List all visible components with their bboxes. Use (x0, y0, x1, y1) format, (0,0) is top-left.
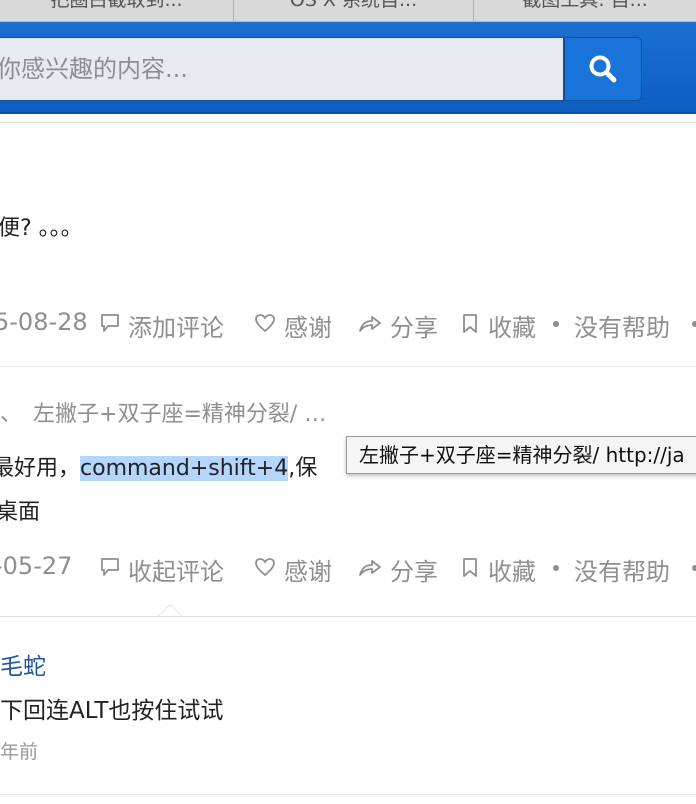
divider (0, 794, 696, 795)
separator-dot (553, 321, 559, 327)
answer-date[interactable]: -05-27 (0, 552, 72, 580)
thanks-link[interactable]: 感谢 (284, 552, 332, 587)
collect-link[interactable]: 收藏 (488, 308, 536, 343)
share-icon (359, 316, 381, 332)
thanks-link[interactable]: 感谢 (284, 308, 332, 343)
browser-tab-3[interactable]: 截图工具: 自... (474, 0, 696, 21)
divider (0, 366, 696, 367)
comment-box-caret (158, 604, 182, 616)
comment-author[interactable]: 毛蛇 (0, 647, 46, 681)
add-comment-link[interactable]: 添加评论 (128, 308, 224, 343)
answer-date[interactable]: 5-08-28 (0, 308, 88, 336)
heart-icon (255, 558, 275, 577)
search-input[interactable] (0, 37, 564, 101)
bookmark-icon (463, 314, 477, 333)
separator-dot (692, 565, 696, 571)
author-bio[interactable]: 左撇子+双子座=精神分裂/ … (33, 402, 326, 427)
answer-text: 最好用，command+shift+4,保 (0, 450, 317, 482)
collapse-comment-link[interactable]: 收起评论 (128, 552, 224, 587)
comment-icon (101, 314, 119, 332)
selected-text: command+shift+4 (80, 456, 289, 481)
answer-actions: 5-08-28 添加评论 感谢 分享 收藏 没有帮助 (0, 308, 696, 342)
comment-time: 年前 (0, 741, 39, 763)
share-link[interactable]: 分享 (390, 308, 438, 343)
comment-text: 下回连ALT也按住试试 (0, 698, 224, 724)
site-header (0, 22, 696, 114)
answer-text: 便? 。。。 (0, 216, 83, 241)
comment-icon (101, 558, 119, 576)
browser-tab-1[interactable]: 把圈白截取到... (0, 0, 234, 21)
share-icon (359, 560, 381, 576)
separator-dot (553, 565, 559, 571)
unhelpful-link[interactable]: 没有帮助 (574, 552, 670, 587)
answer-text-part: ,保 (288, 456, 318, 481)
bookmark-icon (463, 558, 477, 577)
answer-text-part: 最好用， (0, 456, 81, 481)
browser-tab-2[interactable]: OS X 系统自... (234, 0, 474, 21)
share-link[interactable]: 分享 (390, 552, 438, 587)
answer-actions: -05-27 收起评论 感谢 分享 收藏 没有帮助 (0, 552, 696, 586)
comment-box-border (0, 616, 696, 617)
divider (0, 122, 696, 123)
tooltip: 左撇子+双子座=精神分裂/ http://ja (346, 436, 696, 474)
browser-tab-bar: 把圈白截取到... OS X 系统自... 截图工具: 自... (0, 0, 696, 22)
search-button[interactable] (564, 37, 642, 101)
separator-dot (692, 321, 696, 327)
search-icon (589, 55, 617, 83)
unhelpful-link[interactable]: 没有帮助 (574, 308, 670, 343)
collect-link[interactable]: 收藏 (488, 552, 536, 587)
answer-text-line2: 桌面 (0, 500, 41, 525)
author-separator: 、 (0, 402, 23, 427)
answer-author-line: 、 左撇子+双子座=精神分裂/ … (0, 396, 326, 428)
heart-icon (255, 314, 275, 333)
